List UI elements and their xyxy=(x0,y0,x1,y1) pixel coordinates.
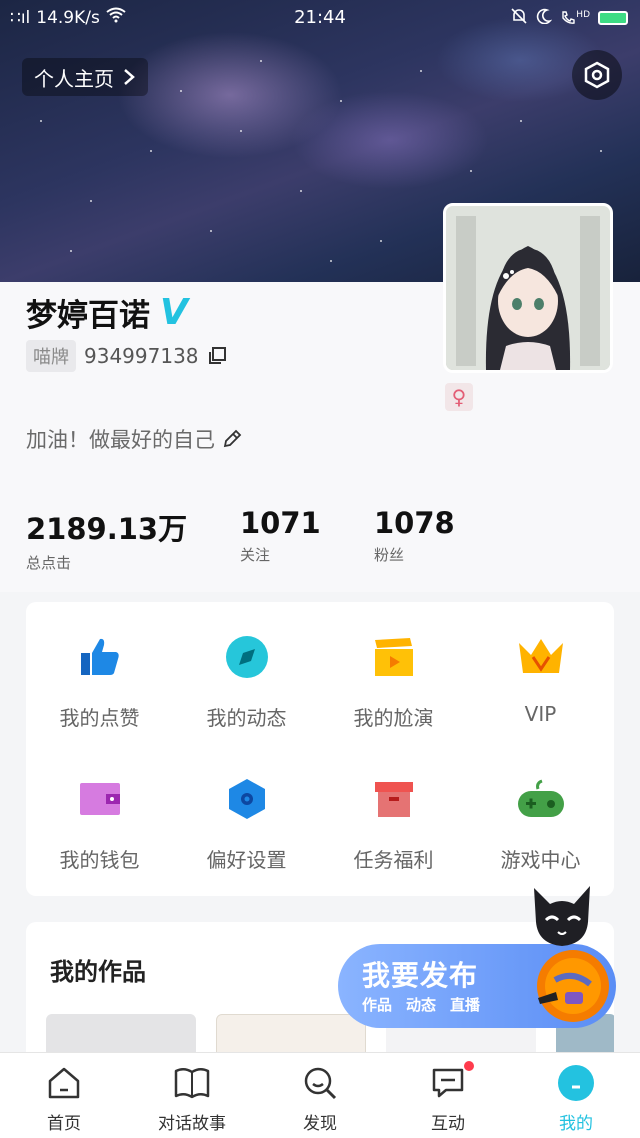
chat-icon xyxy=(428,1063,468,1103)
bell-mute-icon xyxy=(510,7,528,29)
nav-interaction[interactable]: 互动 xyxy=(384,1053,512,1138)
stat-total-clicks[interactable]: 2189.13万 总点击 xyxy=(26,506,187,573)
menu-label: 任务福利 xyxy=(353,848,434,872)
copy-icon[interactable] xyxy=(207,346,227,366)
bottom-nav: 首页 对话故事 发现 互动 我的 xyxy=(0,1052,640,1138)
home-icon xyxy=(44,1063,84,1103)
phone-hd-icon: HD xyxy=(560,10,590,26)
menu-card: 我的点赞 我的动态 我的尬演 VIP 我的钱包 偏好设置 任务福利 游戏中心 xyxy=(26,602,614,896)
user-id-number: 934997138 xyxy=(84,344,199,368)
menu-item-wallet[interactable]: 我的钱包 xyxy=(26,744,173,884)
nav-mine[interactable]: 我的 xyxy=(512,1053,640,1138)
settings-button[interactable] xyxy=(572,50,622,100)
signature-row[interactable]: 加油！做最好的自己 xyxy=(26,424,243,454)
menu-item-games[interactable]: 游戏中心 xyxy=(467,744,614,884)
hd-label: HD xyxy=(576,10,590,20)
personal-homepage-link[interactable]: 个人主页 xyxy=(22,58,148,96)
app-root: ∷ıl 14.9K/s 21:44 HD 个人主页 ♀ 梦婷百诺 V 喵牌 93… xyxy=(0,0,640,1138)
menu-item-tasks[interactable]: 任务福利 xyxy=(320,744,467,884)
profile-circle-icon xyxy=(556,1063,596,1103)
chevron-right-icon xyxy=(124,69,135,85)
gamepad-icon xyxy=(516,774,566,824)
profile-name-row: 梦婷百诺 V xyxy=(26,290,188,335)
nav-label: 首页 xyxy=(47,1114,81,1134)
stat-following[interactable]: 1071 关注 xyxy=(240,506,321,565)
stat-followers[interactable]: 1078 粉丝 xyxy=(374,506,455,565)
cat-mascot-icon xyxy=(534,886,590,946)
menu-label: 偏好设置 xyxy=(206,848,287,872)
menu-label: 我的尬演 xyxy=(353,706,434,730)
crown-icon xyxy=(516,632,566,682)
verified-badge-icon: V xyxy=(160,292,188,333)
menu-label: 我的点赞 xyxy=(59,706,140,730)
signature-text: 加油！做最好的自己 xyxy=(26,428,215,452)
nav-label: 互动 xyxy=(431,1114,465,1134)
wallet-icon xyxy=(75,774,125,824)
nav-label: 对话故事 xyxy=(158,1114,226,1134)
compass-icon xyxy=(222,632,272,682)
gift-box-icon xyxy=(369,774,419,824)
publish-options: 作品 动态 直播 xyxy=(362,994,480,1015)
nav-stories[interactable]: 对话故事 xyxy=(128,1053,256,1138)
user-id-row: 喵牌 934997138 xyxy=(26,340,227,372)
hexagon-settings-icon xyxy=(222,774,272,824)
publish-option-moments[interactable]: 动态 xyxy=(406,994,436,1015)
menu-label: 我的动态 xyxy=(206,706,287,730)
notification-badge xyxy=(464,1061,474,1071)
publish-label: 我要发布 xyxy=(362,959,479,992)
nav-discover[interactable]: 发现 xyxy=(256,1053,384,1138)
menu-item-likes[interactable]: 我的点赞 xyxy=(26,602,173,742)
works-title: 我的作品 xyxy=(50,958,146,986)
moon-icon xyxy=(536,8,553,28)
id-tag: 喵牌 xyxy=(26,340,76,372)
user-name: 梦婷百诺 xyxy=(26,298,150,334)
gender-female-icon: ♀ xyxy=(445,383,473,411)
stat-value: 2189.13万 xyxy=(26,512,188,546)
home-link-label: 个人主页 xyxy=(34,66,114,91)
status-bar: ∷ıl 14.9K/s 21:44 HD xyxy=(0,0,640,36)
thumbs-up-icon xyxy=(75,632,125,682)
menu-label: VIP xyxy=(524,702,557,726)
menu-item-vip[interactable]: VIP xyxy=(467,602,614,742)
book-icon xyxy=(172,1063,212,1103)
clapperboard-icon xyxy=(369,632,419,682)
publish-option-live[interactable]: 直播 xyxy=(450,994,480,1015)
battery-icon xyxy=(598,11,628,25)
nav-label: 发现 xyxy=(303,1114,337,1134)
nav-label: 我的 xyxy=(559,1114,593,1134)
stat-label: 关注 xyxy=(240,546,271,564)
stat-value: 1071 xyxy=(240,506,321,540)
stat-label: 粉丝 xyxy=(374,546,405,564)
stat-label: 总点击 xyxy=(26,554,72,572)
avatar[interactable] xyxy=(443,203,613,373)
stat-value: 1078 xyxy=(374,506,455,540)
menu-item-performances[interactable]: 我的尬演 xyxy=(320,602,467,742)
discover-search-icon xyxy=(300,1063,340,1103)
edit-pencil-icon[interactable] xyxy=(221,428,243,450)
menu-label: 游戏中心 xyxy=(500,848,581,872)
menu-label: 我的钱包 xyxy=(59,848,140,872)
hexagon-gear-icon xyxy=(584,61,610,89)
status-right: HD xyxy=(510,7,628,29)
publish-option-works[interactable]: 作品 xyxy=(362,994,392,1015)
menu-item-preferences[interactable]: 偏好设置 xyxy=(173,744,320,884)
nav-home[interactable]: 首页 xyxy=(0,1053,128,1138)
mascot-buddy-icon xyxy=(537,950,609,1022)
menu-item-moments[interactable]: 我的动态 xyxy=(173,602,320,742)
